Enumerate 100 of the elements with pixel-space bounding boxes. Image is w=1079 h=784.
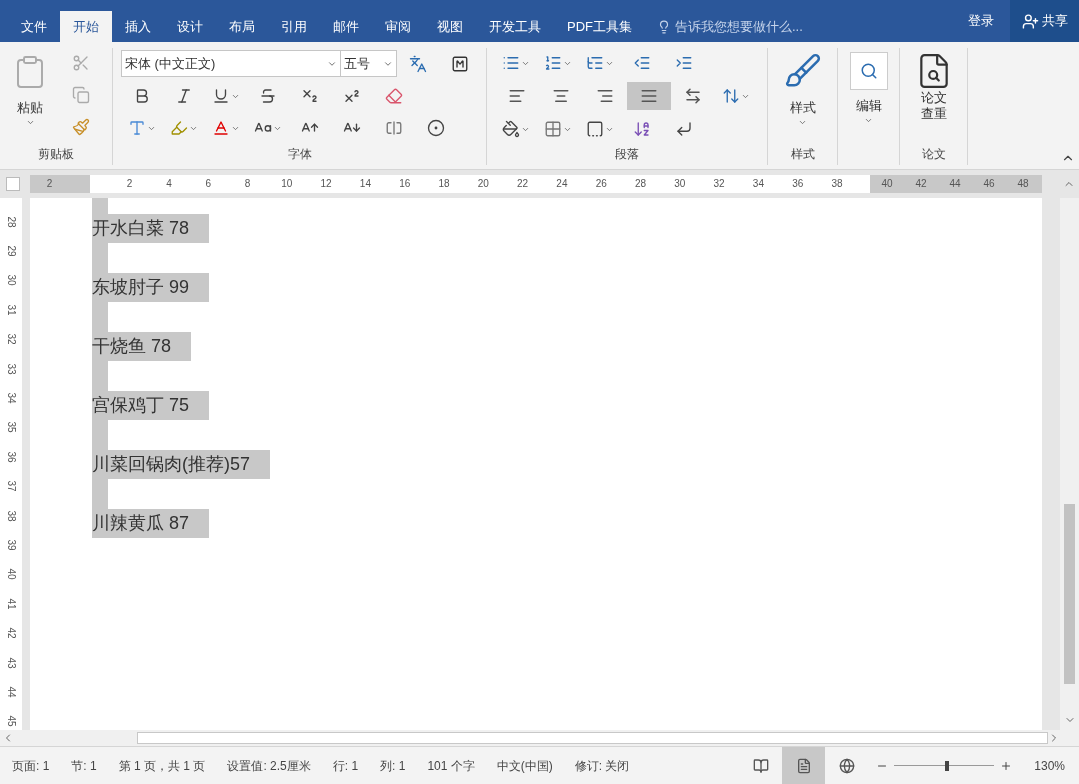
ruler-number: 34 [751,177,765,191]
styles-button[interactable]: 样式 [768,48,837,143]
ribbon-tab[interactable]: 开发工具 [476,11,554,42]
ruler-number: 10 [280,177,294,191]
ribbon-tab[interactable]: 视图 [424,11,476,42]
tell-me-field[interactable]: 告诉我您想要做什么... [657,11,815,42]
status-item: 第 1 页，共 1 页 [118,757,206,775]
ruler-number: 34 [6,392,16,404]
ruler-number: 31 [6,304,16,316]
search-icon [859,62,878,80]
editing-button[interactable]: 编辑 [838,48,899,143]
ruler-number: 30 [673,177,687,191]
brush-icon [783,52,822,90]
sign-in-link[interactable]: 登录 [952,0,1010,42]
selected-paragraph-mark [92,198,108,214]
ribbon-tab[interactable]: 开始 [60,11,112,42]
ruler-number: 45 [6,715,16,727]
status-item: 设置值: 2.5厘米 [227,757,311,775]
ribbon-tab[interactable]: 插入 [112,11,164,42]
ruler-number: 36 [791,177,805,191]
group-label: 段落 [615,146,639,163]
align-center-icon [552,87,570,105]
group-label: 论文 [921,146,946,163]
ruler-number: 46 [982,177,996,191]
status-item: 列: 1 [380,757,406,775]
ruler-number: 32 [712,177,726,191]
ruler-number: 43 [6,657,16,669]
ruler-number: 40 [6,568,16,580]
ribbon-tab[interactable]: 引用 [268,11,320,42]
ruler-number: 22 [516,177,530,191]
ruler-number: 41 [6,598,16,610]
zoom-percentage[interactable]: 130% [1034,756,1065,775]
ruler-number: 20 [476,177,490,191]
ruler-number: 36 [6,451,16,463]
ruler-number: 30 [6,274,16,287]
ruler-number: 42 [6,627,16,639]
ruler-number: 48 [1016,177,1030,191]
ruler-number: 32 [6,333,16,345]
share-button[interactable]: 共享 [1010,0,1079,42]
ruler-number: 39 [6,539,16,551]
ruler-number: 33 [6,363,16,375]
document-paragraph: 川菜回锅肉(推荐)57 [92,450,270,479]
scrollbar-thumb[interactable] [1064,504,1075,684]
ruler-number: 12 [319,177,333,191]
ruler-number: 38 [6,510,16,522]
ruler-number: 4 [165,177,173,191]
group-label: 剪贴板 [38,146,74,163]
document-paragraph: 川辣黄瓜 87 [92,509,210,538]
font-name-dropdown[interactable]: 宋体 (中文正文) [121,50,341,77]
group-label: 样式 [790,146,815,163]
ruler-number: 40 [880,177,894,191]
document-paragraph: 宫保鸡丁 75 [92,391,210,420]
status-item: 行: 1 [332,757,359,775]
document-paragraph: 东坡肘子 99 [92,273,210,302]
group-label: 字体 [287,146,312,163]
status-item: 中文(中国) [496,757,553,775]
paper-check-button[interactable]: 论文 查重 [900,48,967,143]
ruler-number: 24 [555,177,569,191]
zoom-slider-thumb[interactable] [945,760,950,771]
ribbon-tab[interactable]: 文件 [8,11,60,42]
view-button[interactable] [782,747,826,784]
read-view-icon [752,757,769,774]
lightbulb-icon [657,19,671,34]
user-plus-icon [1021,12,1039,30]
ribbon-tab[interactable]: 邮件 [320,11,372,42]
zoom-in-icon[interactable] [1000,759,1013,772]
ruler-number: 16 [398,177,412,191]
ruler-number: 42 [914,177,928,191]
font-size-dropdown[interactable]: 五号 [341,50,397,77]
align-left-icon [508,87,526,105]
ruler-number: 2 [45,177,54,191]
alignment-button[interactable] [627,82,671,110]
ruler-number: 38 [830,177,844,191]
status-item: 101 个字 [427,757,475,775]
ribbon-tab[interactable]: PDF工具集 [554,11,645,42]
ribbon-tab[interactable]: 设计 [164,11,216,42]
ruler-number: 18 [437,177,451,191]
align-justify-icon [640,87,658,105]
ruler-number: 35 [6,421,16,433]
ruler-number: 6 [204,177,212,191]
ruler-number: 8 [243,177,252,191]
ruler-number: 44 [6,686,16,698]
ribbon-tab[interactable]: 布局 [216,11,268,42]
ruler-number: 2 [125,177,134,191]
ruler-number: 37 [6,480,16,492]
ruler-number: 28 [633,177,648,191]
ruler-number: 28 [6,216,16,228]
document-paragraph: 干烧鱼 78 [92,332,192,361]
align-distributed-icon [684,87,702,105]
vertical-scrollbar[interactable] [1060,198,1079,730]
web-view-icon [838,757,855,774]
print-view-icon [795,757,812,774]
status-item: 页面: 1 [12,757,50,775]
zoom-slider[interactable] [894,758,995,773]
status-item: 节: 1 [71,757,97,775]
ruler-number: 26 [594,177,608,191]
ribbon-tab[interactable]: 审阅 [372,11,424,42]
paste-button[interactable]: 粘贴 [0,48,60,143]
ruler-number: 29 [6,245,16,257]
align-right-icon [596,87,614,105]
